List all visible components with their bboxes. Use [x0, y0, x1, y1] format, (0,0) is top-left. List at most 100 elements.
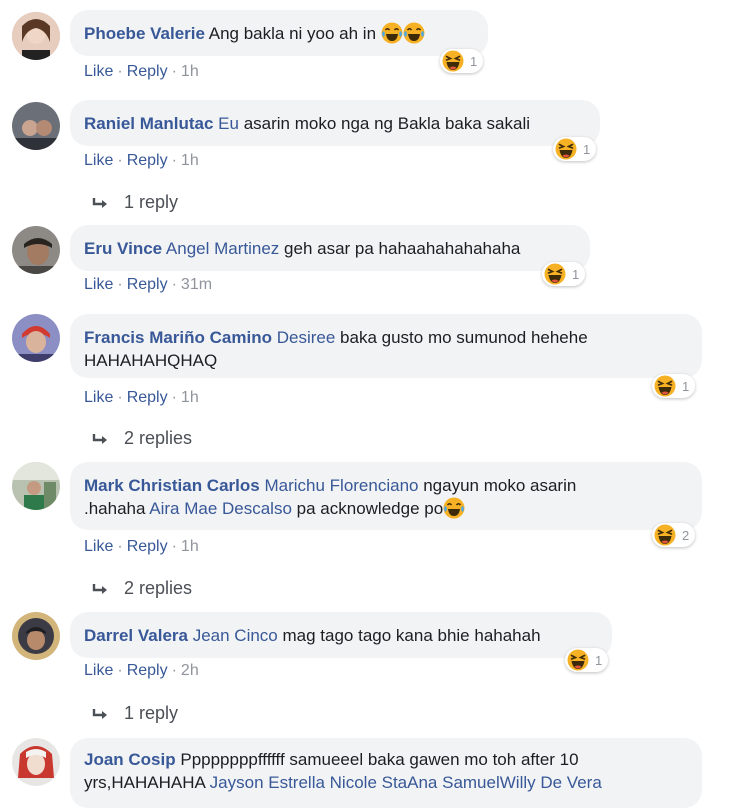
like-link[interactable]: Like — [84, 276, 113, 293]
avatar-photo — [12, 612, 60, 660]
haha-emoji-icon — [544, 263, 566, 285]
avatar[interactable] — [12, 102, 60, 150]
reply-link[interactable]: Reply — [127, 63, 168, 80]
reaction-number: 1 — [572, 266, 580, 282]
avatar-photo — [12, 226, 60, 274]
avatar[interactable] — [12, 12, 60, 60]
avatar[interactable] — [12, 314, 60, 362]
reply-link[interactable]: Reply — [127, 662, 168, 679]
comment-text-line2: HAHAHAHQHAQ — [84, 351, 218, 370]
haha-emoji-icon — [442, 50, 464, 72]
comment-actions: Like · Reply · 1h — [84, 389, 199, 407]
reaction-number: 1 — [682, 378, 690, 394]
replies-count: 2 replies — [124, 428, 193, 448]
separator: · — [117, 152, 123, 169]
separator: · — [171, 389, 177, 406]
separator: · — [171, 662, 177, 679]
timestamp[interactable]: 1h — [181, 538, 199, 555]
separator: · — [171, 276, 177, 293]
comment-actions: Like · Reply · 1h — [84, 538, 199, 556]
comment-author[interactable]: Darrel Valera — [84, 626, 188, 645]
view-replies-link[interactable]: 1 reply — [92, 703, 178, 724]
reply-arrow-icon — [92, 196, 110, 210]
reaction-count[interactable]: 1 — [440, 49, 484, 73]
mention-link[interactable]: Eu — [218, 114, 239, 133]
haha-emoji-icon — [654, 524, 676, 546]
joy-emoji-icon — [403, 22, 425, 44]
comment-bubble: Eru Vince Angel Martinez geh asar pa hah… — [70, 225, 590, 271]
comment-author[interactable]: Mark Christian Carlos — [84, 476, 260, 495]
haha-emoji-icon — [555, 138, 577, 160]
timestamp[interactable]: 1h — [181, 63, 199, 80]
avatar[interactable] — [12, 738, 60, 786]
avatar-photo — [12, 738, 60, 786]
mention-link[interactable]: Aira Mae Descalso — [149, 499, 292, 518]
like-link[interactable]: Like — [84, 63, 113, 80]
like-link[interactable]: Like — [84, 389, 113, 406]
comment-text: Ppppppppffffff samueeel baka gawen mo to… — [180, 750, 579, 769]
avatar[interactable] — [12, 612, 60, 660]
reply-link[interactable]: Reply — [127, 152, 168, 169]
reaction-count[interactable]: 1 — [542, 262, 586, 286]
comment-text-line2: yrs,HAHAHAHA — [84, 773, 205, 792]
avatar[interactable] — [12, 226, 60, 274]
separator: · — [117, 662, 123, 679]
comment-text: geh asar pa hahaahahahahaha — [284, 239, 521, 258]
timestamp[interactable]: 31m — [181, 276, 212, 293]
view-replies-link[interactable]: 2 replies — [92, 578, 192, 599]
reaction-number: 1 — [470, 53, 478, 69]
comment-actions: Like · Reply · 1h — [84, 152, 199, 170]
reaction-number: 1 — [583, 141, 591, 157]
mention-link[interactable]: Marichu Florenciano — [264, 476, 418, 495]
mention-link[interactable]: Jayson Estrella Nicole StaAna SamuelWill… — [210, 773, 602, 792]
reply-link[interactable]: Reply — [127, 538, 168, 555]
comment-text-line2: .hahaha — [84, 499, 146, 518]
reaction-count[interactable]: 1 — [565, 648, 609, 672]
view-replies-link[interactable]: 2 replies — [92, 428, 192, 449]
joy-emoji-icon — [443, 497, 465, 519]
replies-count: 1 reply — [124, 192, 179, 212]
timestamp[interactable]: 1h — [181, 152, 199, 169]
reply-arrow-icon — [92, 432, 110, 446]
separator: · — [171, 538, 177, 555]
comment-bubble: Francis Mariño Camino Desiree baka gusto… — [70, 314, 702, 378]
comment-author[interactable]: Phoebe Valerie — [84, 24, 205, 43]
comment-author[interactable]: Raniel Manlutac — [84, 114, 213, 133]
comment-author[interactable]: Francis Mariño Camino — [84, 328, 272, 347]
comment-actions: Like · Reply · 31m — [84, 276, 212, 294]
like-link[interactable]: Like — [84, 662, 113, 679]
reply-link[interactable]: Reply — [127, 276, 168, 293]
mention-link[interactable]: Angel Martinez — [166, 239, 279, 258]
reaction-count[interactable]: 1 — [652, 374, 696, 398]
reaction-number: 1 — [595, 652, 603, 668]
reaction-count[interactable]: 1 — [553, 137, 597, 161]
avatar[interactable] — [12, 462, 60, 510]
reply-link[interactable]: Reply — [127, 389, 168, 406]
comment-author[interactable]: Eru Vince — [84, 239, 162, 258]
haha-emoji-icon — [654, 375, 676, 397]
comment-bubble: Phoebe Valerie Ang bakla ni yoo ah in — [70, 10, 488, 56]
comment-author[interactable]: Joan Cosip — [84, 750, 176, 769]
mention-link[interactable]: Jean Cinco — [193, 626, 278, 645]
timestamp[interactable]: 1h — [181, 389, 199, 406]
comment-text-line2-end: pa acknowledge po — [296, 499, 444, 518]
like-link[interactable]: Like — [84, 538, 113, 555]
comment-actions: Like · Reply · 1h — [84, 63, 199, 81]
reply-arrow-icon — [92, 582, 110, 596]
reaction-count[interactable]: 2 — [652, 523, 696, 547]
comment-bubble: Mark Christian Carlos Marichu Florencian… — [70, 462, 702, 530]
avatar-photo — [12, 102, 60, 150]
avatar-photo — [12, 462, 60, 510]
timestamp[interactable]: 2h — [181, 662, 199, 679]
separator: · — [117, 389, 123, 406]
mention-link[interactable]: Desiree — [277, 328, 336, 347]
separator: · — [117, 63, 123, 80]
comment-text: Ang bakla ni yoo ah in — [208, 24, 377, 43]
avatar-photo — [12, 12, 60, 60]
like-link[interactable]: Like — [84, 152, 113, 169]
comment-bubble: Raniel Manlutac Eu asarin moko nga ng Ba… — [70, 100, 600, 146]
comment-actions: Like · Reply · 2h — [84, 662, 199, 680]
view-replies-link[interactable]: 1 reply — [92, 192, 178, 213]
separator: · — [171, 63, 177, 80]
haha-emoji-icon — [567, 649, 589, 671]
